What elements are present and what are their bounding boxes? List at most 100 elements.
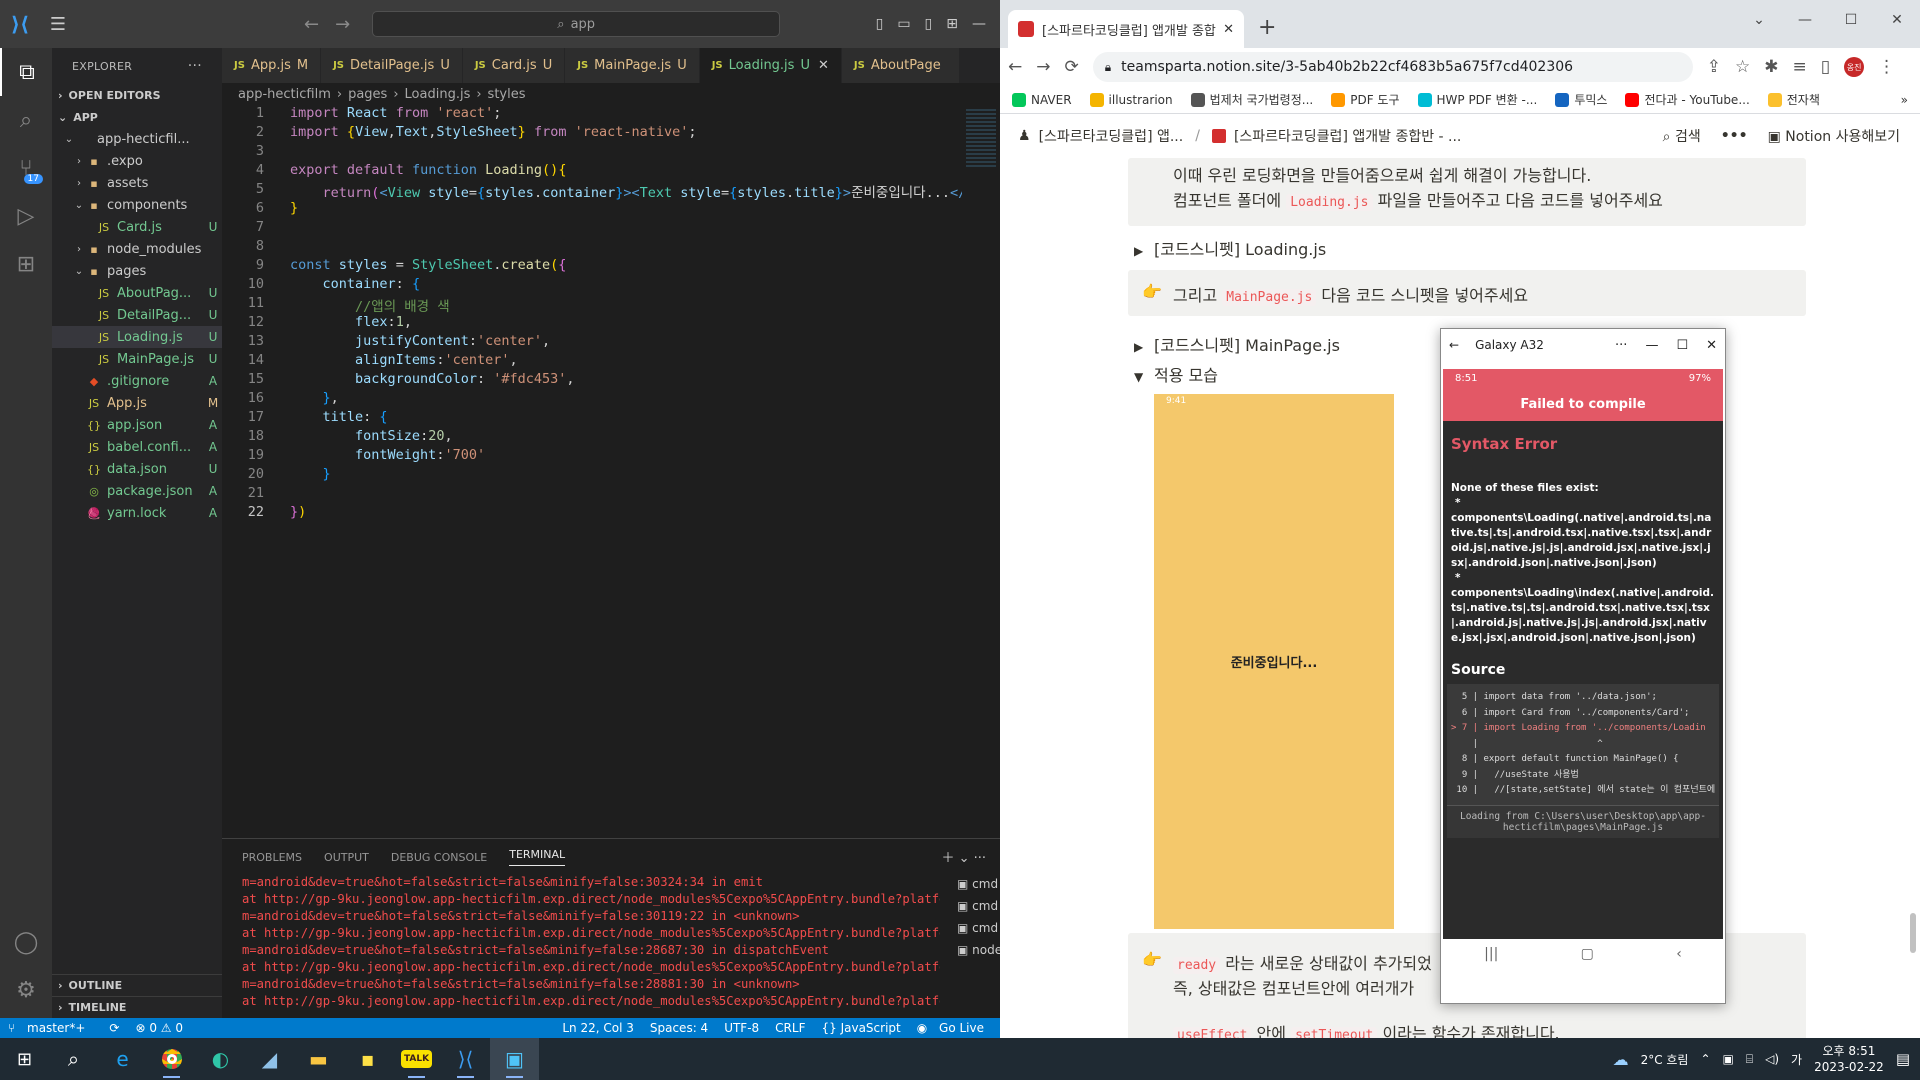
notion-breadcrumb-1[interactable]: [스파르타코딩클럽] 앱... — [1039, 126, 1184, 146]
ime-icon[interactable]: 가 — [1791, 1051, 1802, 1068]
tree-item[interactable]: JS App.js M — [52, 392, 222, 414]
tree-item[interactable]: JS Loading.js U — [52, 326, 222, 348]
breadcrumb-item[interactable]: pages — [348, 87, 387, 102]
chrome-icon[interactable] — [147, 1038, 196, 1080]
maximize-icon[interactable]: ☐ — [1828, 12, 1874, 28]
terminal-instance[interactable]: ▣ node — [957, 943, 1000, 965]
language-status[interactable]: {} JavaScript — [821, 1021, 900, 1035]
edge-icon[interactable]: ◐ — [196, 1038, 245, 1080]
terminal-instance[interactable]: ▣ cmd — [957, 921, 1000, 943]
layout-icon[interactable]: ⊞ — [946, 16, 958, 32]
notion-breadcrumb-2[interactable]: [스파르타코딩클럽] 앱개발 종합반 - ... — [1234, 126, 1461, 146]
more-actions-icon[interactable]: ··· — [188, 58, 202, 74]
bookmark-item[interactable]: 투믹스 — [1555, 91, 1607, 108]
back-icon[interactable]: ← — [1008, 57, 1022, 77]
open-editors-section[interactable]: › OPEN EDITORS — [52, 84, 222, 106]
network-icon[interactable]: ⌸ — [1746, 1052, 1753, 1067]
new-terminal-icon[interactable]: ＋ ⌄ ··· — [941, 847, 986, 866]
tree-item[interactable]: {} data.json U — [52, 458, 222, 480]
account-icon[interactable]: ◯ — [0, 918, 52, 966]
minimap[interactable] — [962, 105, 1000, 835]
share-icon[interactable]: ⇪ — [1707, 57, 1721, 77]
notion-search-button[interactable]: ⌕ 검색 — [1663, 126, 1701, 146]
tree-item[interactable]: › ▪ .expo — [52, 150, 222, 172]
golive-status[interactable]: ◉ Go Live — [917, 1021, 992, 1035]
breadcrumb-item[interactable]: Loading.js — [405, 87, 471, 102]
editor-tab[interactable]: JS DetailPage.js U — [321, 48, 463, 83]
toggle-panel-icon[interactable]: ▭ — [897, 16, 910, 32]
emu-minimize-icon[interactable]: — — [1645, 338, 1658, 353]
weather-icon[interactable]: ☁ — [1613, 1050, 1629, 1069]
editor-tab[interactable]: JS AboutPage — [841, 48, 960, 83]
side-panel-icon[interactable]: ▯ — [1821, 57, 1830, 77]
address-bar[interactable]: 🔒︎ teamsparta.notion.site/3-5ab40b2b22cf… — [1092, 52, 1693, 82]
code-editor[interactable]: 1 import React from 'react'; 2 import {V… — [222, 105, 983, 835]
tree-item[interactable]: › ▪ node_modules — [52, 238, 222, 260]
sync-icon[interactable]: ⟳ — [109, 1021, 119, 1035]
breadcrumb-item[interactable]: app-hecticfilm — [238, 87, 331, 102]
editor-tab[interactable]: JS Loading.js U ✕ — [699, 48, 842, 83]
new-tab-icon[interactable]: + — [1258, 15, 1276, 40]
bookmark-item[interactable]: illustrarion — [1089, 92, 1173, 107]
command-center-search[interactable]: ⌕ app — [372, 11, 781, 37]
recents-icon[interactable]: ||| — [1484, 946, 1498, 962]
volume-icon[interactable]: ◁) — [1765, 1052, 1779, 1066]
breadcrumb-item[interactable]: styles — [488, 87, 526, 102]
bookmark-item[interactable]: 전다과 - YouTube... — [1625, 91, 1750, 108]
terminal-instance[interactable]: ▣ cmd — [957, 899, 1000, 921]
bookmark-item[interactable]: NAVER — [1012, 92, 1072, 107]
bookmark-star-icon[interactable]: ☆ — [1735, 57, 1750, 77]
bookmarks-overflow-icon[interactable]: » — [1901, 93, 1908, 107]
home-icon[interactable]: ▢ — [1581, 946, 1594, 962]
bookmark-item[interactable]: PDF 도구 — [1331, 91, 1400, 108]
weather-text[interactable]: 2°C 흐림 — [1641, 1051, 1689, 1068]
outline-section[interactable]: › OUTLINE — [52, 974, 222, 996]
terminal-instance[interactable]: ▣ cmd — [957, 877, 1000, 899]
timeline-section[interactable]: › TIMELINE — [52, 996, 222, 1018]
indentation-status[interactable]: Spaces: 4 — [650, 1021, 708, 1035]
profile-avatar[interactable]: 옹진 — [1844, 57, 1865, 77]
bookmark-item[interactable]: HWP PDF 변환 -... — [1417, 91, 1537, 108]
tree-item[interactable]: JS Card.js U — [52, 216, 222, 238]
search-icon[interactable]: ⌕ — [0, 96, 52, 144]
tree-item[interactable]: JS DetailPag... U — [52, 304, 222, 326]
panel-tab[interactable]: DEBUG CONSOLE — [391, 851, 487, 864]
app-icon[interactable]: ◢ — [245, 1038, 294, 1080]
close-tab-icon[interactable]: ✕ — [818, 58, 829, 73]
minimize-icon[interactable]: — — [972, 16, 986, 32]
start-icon[interactable]: ⊞ — [0, 1038, 49, 1080]
tree-item[interactable]: JS MainPage.js U — [52, 348, 222, 370]
panel-tab[interactable]: TERMINAL — [509, 848, 566, 866]
app-section[interactable]: ⌄ APP — [52, 106, 222, 128]
toggle-mainpage-snippet[interactable]: ▶ [코드스니펫] MainPage.js — [1134, 332, 1340, 356]
extensions-icon[interactable]: ✱ — [1764, 57, 1778, 77]
tray-icon[interactable]: ▣ — [1723, 1052, 1734, 1066]
extensions-icon[interactable]: ⊞ — [0, 240, 52, 288]
emu-maximize-icon[interactable]: ☐ — [1676, 338, 1688, 353]
eol-status[interactable]: CRLF — [775, 1021, 805, 1035]
terminal-output[interactable]: m=android&dev=true&hot=false&strict=fals… — [222, 875, 1000, 1011]
chrome-menu-icon[interactable]: ⋮ — [1878, 57, 1895, 77]
notifications-icon[interactable]: ▤ — [1896, 1050, 1910, 1068]
panel-tab[interactable]: PROBLEMS — [242, 851, 302, 864]
phone-screen[interactable]: 8:51 97% Failed to compile Syntax Error … — [1443, 369, 1723, 969]
settings-gear-icon[interactable]: ⚙ — [0, 966, 52, 1014]
tray-overflow-icon[interactable]: ⌃ — [1700, 1052, 1710, 1066]
back-icon[interactable]: ‹ — [1676, 946, 1682, 962]
toggle-result[interactable]: ▼ 적용 모습 — [1134, 362, 1218, 386]
internet-explorer-icon[interactable]: e — [98, 1038, 147, 1080]
back-arrow-icon[interactable]: ← — [304, 14, 319, 35]
explorer-icon[interactable]: ⧉ — [0, 48, 52, 96]
tree-item[interactable]: 🧶 yarn.lock A — [52, 502, 222, 524]
editor-tab[interactable]: JS MainPage.js U — [565, 48, 700, 83]
tree-item[interactable]: ◎ package.json A — [52, 480, 222, 502]
browser-tab[interactable]: [스파르타코딩클럽] 앱개발 종합 ✕ — [1008, 10, 1244, 48]
toggle-secondary-sidebar-icon[interactable]: ▯ — [925, 16, 933, 32]
tree-item[interactable]: › ▪ assets — [52, 172, 222, 194]
run-debug-icon[interactable]: ▷ — [0, 192, 52, 240]
kakaotalk-icon[interactable]: TALK — [392, 1038, 441, 1080]
minimize-icon[interactable]: — — [1782, 12, 1828, 28]
bookmark-item[interactable]: 법제처 국가법령정... — [1190, 91, 1313, 108]
problems-status[interactable]: ⊗ 0 ⚠ 0 — [135, 1021, 183, 1035]
tree-item[interactable]: {} app.json A — [52, 414, 222, 436]
